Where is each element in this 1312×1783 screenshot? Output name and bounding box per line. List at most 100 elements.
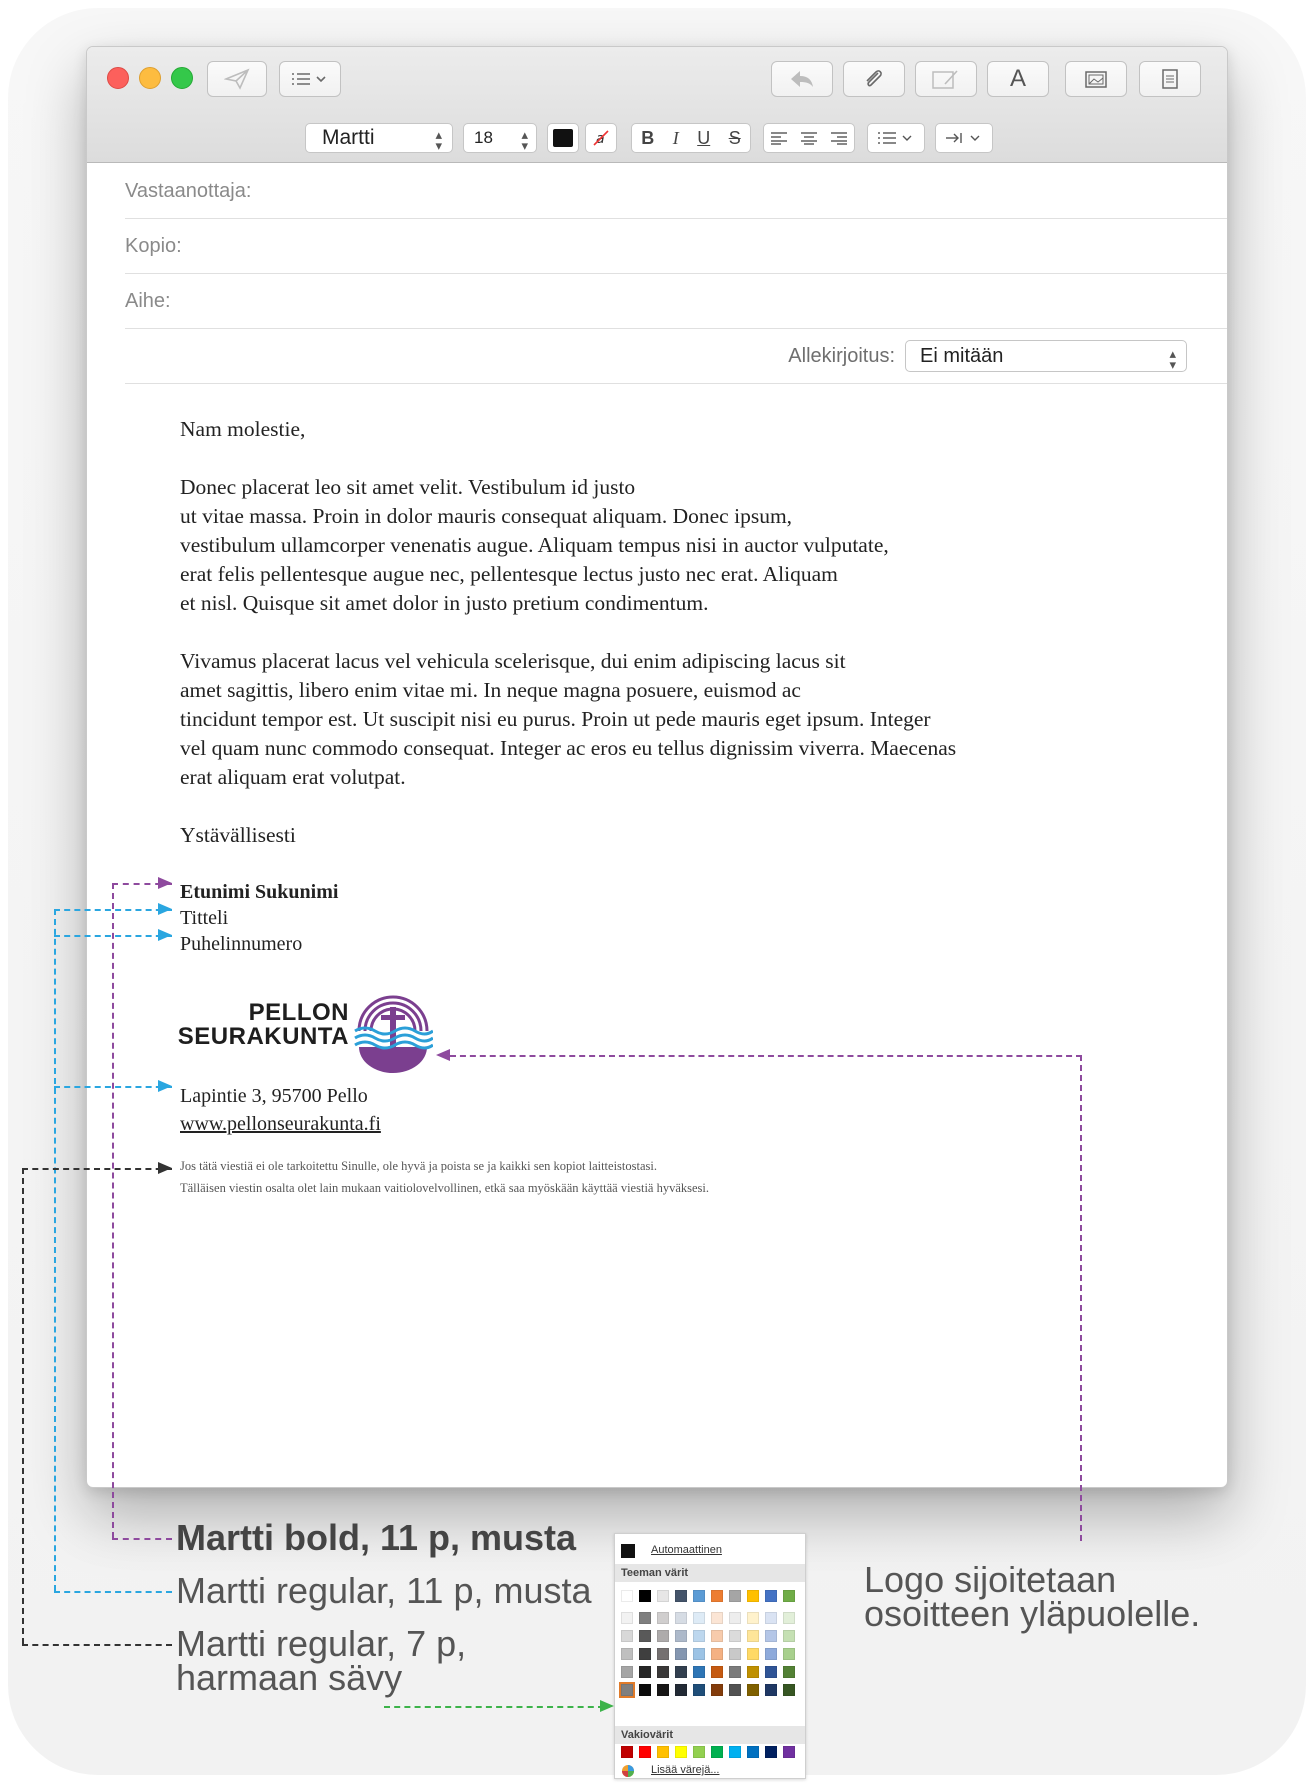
color-swatch[interactable] bbox=[729, 1590, 741, 1602]
color-swatch[interactable] bbox=[657, 1684, 669, 1696]
color-swatch[interactable] bbox=[693, 1648, 705, 1660]
color-swatch[interactable] bbox=[639, 1630, 651, 1642]
underline-button[interactable]: U bbox=[697, 128, 710, 149]
minimize-window-button[interactable] bbox=[139, 67, 161, 89]
color-swatch[interactable] bbox=[621, 1666, 633, 1678]
send-button[interactable] bbox=[207, 61, 267, 97]
more-colors-option[interactable]: Lisää värejä... bbox=[651, 1764, 719, 1776]
selected-gray-swatch[interactable] bbox=[619, 1682, 635, 1698]
color-swatch[interactable] bbox=[729, 1666, 741, 1678]
to-field[interactable]: Vastaanottaja: bbox=[125, 164, 1227, 219]
attach-button[interactable] bbox=[843, 61, 905, 97]
color-swatch[interactable] bbox=[729, 1746, 741, 1758]
align-left-icon[interactable] bbox=[770, 131, 788, 145]
color-swatch[interactable] bbox=[621, 1630, 633, 1642]
color-swatch[interactable] bbox=[765, 1648, 777, 1660]
color-swatch[interactable] bbox=[747, 1666, 759, 1678]
color-swatch[interactable] bbox=[765, 1590, 777, 1602]
color-swatch[interactable] bbox=[783, 1630, 795, 1642]
color-swatch[interactable] bbox=[783, 1648, 795, 1660]
color-swatch[interactable] bbox=[711, 1590, 723, 1602]
indent-button[interactable] bbox=[935, 123, 993, 153]
color-swatch[interactable] bbox=[783, 1746, 795, 1758]
color-swatch[interactable] bbox=[711, 1630, 723, 1642]
color-swatch[interactable] bbox=[693, 1684, 705, 1696]
color-swatch[interactable] bbox=[765, 1630, 777, 1642]
color-swatch[interactable] bbox=[657, 1590, 669, 1602]
website-link[interactable]: www.pellonseurakunta.fi bbox=[180, 1110, 381, 1138]
color-swatch[interactable] bbox=[675, 1648, 687, 1660]
color-swatch[interactable] bbox=[747, 1590, 759, 1602]
color-swatch[interactable] bbox=[747, 1746, 759, 1758]
cc-field[interactable]: Kopio: bbox=[125, 219, 1227, 274]
header-fields-button[interactable] bbox=[279, 61, 341, 97]
color-swatch[interactable] bbox=[675, 1666, 687, 1678]
color-swatch[interactable] bbox=[693, 1630, 705, 1642]
strikethrough-button[interactable]: S bbox=[729, 128, 741, 149]
list-button[interactable] bbox=[867, 123, 925, 153]
automatic-color-option[interactable]: Automaattinen bbox=[651, 1544, 722, 1556]
text-color-button[interactable] bbox=[547, 123, 579, 153]
color-swatch[interactable] bbox=[657, 1630, 669, 1642]
color-swatch[interactable] bbox=[621, 1648, 633, 1660]
signature-select[interactable]: Ei mitään ▴ ▾ bbox=[905, 340, 1187, 372]
color-swatch[interactable] bbox=[765, 1612, 777, 1624]
reply-button[interactable] bbox=[771, 61, 833, 97]
color-swatch[interactable] bbox=[747, 1612, 759, 1624]
color-swatch[interactable] bbox=[675, 1684, 687, 1696]
color-swatch[interactable] bbox=[729, 1630, 741, 1642]
align-right-icon[interactable] bbox=[830, 131, 848, 145]
font-size-select[interactable]: 18 ▴ ▾ bbox=[463, 123, 537, 153]
photo-browser-button[interactable] bbox=[1065, 61, 1127, 97]
color-swatch[interactable] bbox=[747, 1648, 759, 1660]
color-swatch[interactable] bbox=[621, 1590, 633, 1602]
message-body[interactable]: Nam molestie, Donec placerat leo sit ame… bbox=[180, 415, 1160, 879]
color-swatch[interactable] bbox=[729, 1612, 741, 1624]
color-swatch[interactable] bbox=[657, 1666, 669, 1678]
color-swatch[interactable] bbox=[783, 1666, 795, 1678]
font-select[interactable]: Martti ▴ ▾ bbox=[305, 123, 453, 153]
subject-field[interactable]: Aihe: bbox=[125, 274, 1227, 329]
align-center-icon[interactable] bbox=[800, 131, 818, 145]
color-swatch[interactable] bbox=[747, 1684, 759, 1696]
color-swatch[interactable] bbox=[711, 1746, 723, 1758]
markup-button[interactable] bbox=[915, 61, 977, 97]
zoom-window-button[interactable] bbox=[171, 67, 193, 89]
automatic-color-swatch[interactable] bbox=[621, 1544, 635, 1558]
color-swatch[interactable] bbox=[675, 1630, 687, 1642]
color-swatch[interactable] bbox=[783, 1590, 795, 1602]
color-swatch[interactable] bbox=[657, 1648, 669, 1660]
color-swatch[interactable] bbox=[639, 1666, 651, 1678]
color-swatch[interactable] bbox=[639, 1648, 651, 1660]
color-swatch[interactable] bbox=[765, 1684, 777, 1696]
color-swatch[interactable] bbox=[621, 1612, 633, 1624]
format-button[interactable]: A bbox=[987, 61, 1049, 97]
color-swatch[interactable] bbox=[765, 1666, 777, 1678]
color-swatch[interactable] bbox=[621, 1746, 633, 1758]
color-swatch[interactable] bbox=[693, 1746, 705, 1758]
color-swatch[interactable] bbox=[675, 1590, 687, 1602]
color-swatch[interactable] bbox=[783, 1612, 795, 1624]
color-swatch[interactable] bbox=[675, 1746, 687, 1758]
italic-button[interactable]: I bbox=[673, 128, 679, 149]
bold-button[interactable]: B bbox=[641, 128, 654, 149]
color-swatch[interactable] bbox=[675, 1612, 687, 1624]
color-swatch[interactable] bbox=[639, 1746, 651, 1758]
color-swatch[interactable] bbox=[765, 1746, 777, 1758]
stationery-button[interactable] bbox=[1139, 61, 1201, 97]
color-swatch[interactable] bbox=[711, 1684, 723, 1696]
color-swatch[interactable] bbox=[711, 1612, 723, 1624]
color-swatch[interactable] bbox=[693, 1666, 705, 1678]
color-swatch[interactable] bbox=[783, 1684, 795, 1696]
color-swatch[interactable] bbox=[747, 1630, 759, 1642]
color-swatch[interactable] bbox=[729, 1648, 741, 1660]
color-swatch[interactable] bbox=[639, 1684, 651, 1696]
close-window-button[interactable] bbox=[107, 67, 129, 89]
background-color-button[interactable]: a bbox=[585, 123, 617, 153]
color-swatch[interactable] bbox=[639, 1612, 651, 1624]
color-swatch[interactable] bbox=[657, 1612, 669, 1624]
color-swatch[interactable] bbox=[693, 1590, 705, 1602]
color-swatch[interactable] bbox=[639, 1590, 651, 1602]
color-swatch[interactable] bbox=[711, 1666, 723, 1678]
color-swatch[interactable] bbox=[657, 1746, 669, 1758]
